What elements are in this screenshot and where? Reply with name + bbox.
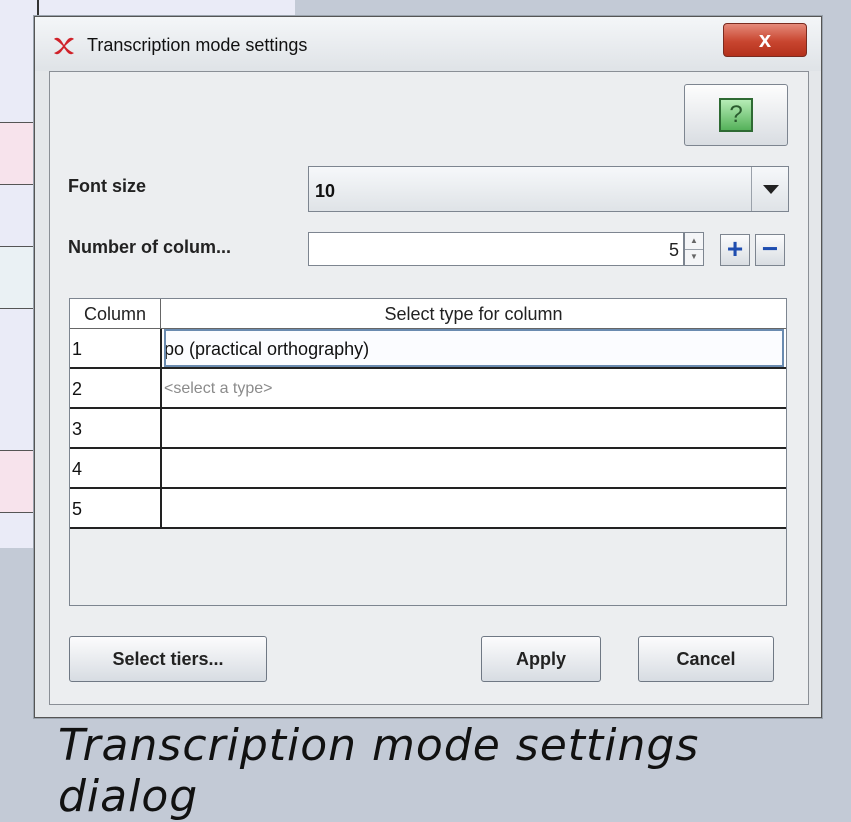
help-button[interactable]: ? xyxy=(684,84,788,146)
table-row[interactable]: 4 xyxy=(70,449,786,489)
column-header-type[interactable]: Select type for column xyxy=(161,299,786,328)
column-number-cell: 4 xyxy=(72,449,162,487)
background-tick xyxy=(0,184,37,185)
minus-icon: − xyxy=(761,233,779,264)
column-number-cell: 5 xyxy=(72,489,162,527)
font-size-value: 10 xyxy=(315,181,336,201)
spin-down-icon[interactable]: ▼ xyxy=(685,249,703,265)
column-header-number[interactable]: Column xyxy=(70,299,161,328)
column-type-cell[interactable] xyxy=(164,489,784,527)
table-row[interactable]: 1 po (practical orthography) xyxy=(70,329,786,369)
table-row[interactable]: 5 xyxy=(70,489,786,529)
background-tick xyxy=(0,450,37,451)
spin-up-icon[interactable]: ▲ xyxy=(685,233,703,250)
column-number-cell: 3 xyxy=(72,409,162,447)
select-tiers-button[interactable]: Select tiers... xyxy=(69,636,267,682)
background-row xyxy=(0,246,37,308)
font-size-label: Font size xyxy=(68,176,147,196)
font-size-dropdown[interactable]: 10 xyxy=(308,166,789,212)
remove-column-button[interactable]: − xyxy=(755,234,785,266)
column-type-cell[interactable] xyxy=(164,409,784,447)
close-icon: x xyxy=(758,27,772,52)
dropdown-arrow-icon[interactable] xyxy=(751,167,788,211)
help-icon: ? xyxy=(719,98,753,132)
column-type-cell[interactable]: <select a type> xyxy=(164,369,784,407)
table-row[interactable]: 2 <select a type> xyxy=(70,369,786,409)
title-bar[interactable]: Transcription mode settings x xyxy=(35,17,821,71)
transcription-settings-dialog: Transcription mode settings x ? Font siz… xyxy=(34,16,822,718)
column-number-cell: 2 xyxy=(72,369,162,407)
columns-value: 5 xyxy=(668,240,679,260)
dialog-title: Transcription mode settings xyxy=(87,35,308,55)
apply-button[interactable]: Apply xyxy=(481,636,601,682)
table-header: Column Select type for column xyxy=(70,299,786,329)
column-type-cell[interactable] xyxy=(164,449,784,487)
background-tick xyxy=(0,308,37,309)
column-number-cell: 1 xyxy=(72,329,162,367)
columns-spinner-input[interactable]: 5 xyxy=(308,232,684,266)
columns-spinner-arrows: ▲ ▼ xyxy=(684,232,704,266)
table-row[interactable]: 3 xyxy=(70,409,786,449)
background-tick xyxy=(0,122,37,123)
columns-label: Number of colum... xyxy=(68,237,232,257)
background-row xyxy=(0,450,37,512)
figure-caption: Transcription mode settings dialog xyxy=(58,720,700,822)
background-row xyxy=(0,122,37,184)
background-tick xyxy=(0,246,37,247)
app-logo-icon xyxy=(54,37,74,55)
column-type-cell[interactable]: po (practical orthography) xyxy=(164,329,784,367)
column-type-table: Column Select type for column 1 po (prac… xyxy=(69,298,787,606)
background-tick xyxy=(0,512,37,513)
plus-icon: + xyxy=(726,233,744,264)
dialog-content: ? Font size 10 Number of colum... 5 ▲ ▼ … xyxy=(49,71,809,705)
cancel-button[interactable]: Cancel xyxy=(638,636,774,682)
close-button[interactable]: x xyxy=(723,23,807,57)
add-column-button[interactable]: + xyxy=(720,234,750,266)
